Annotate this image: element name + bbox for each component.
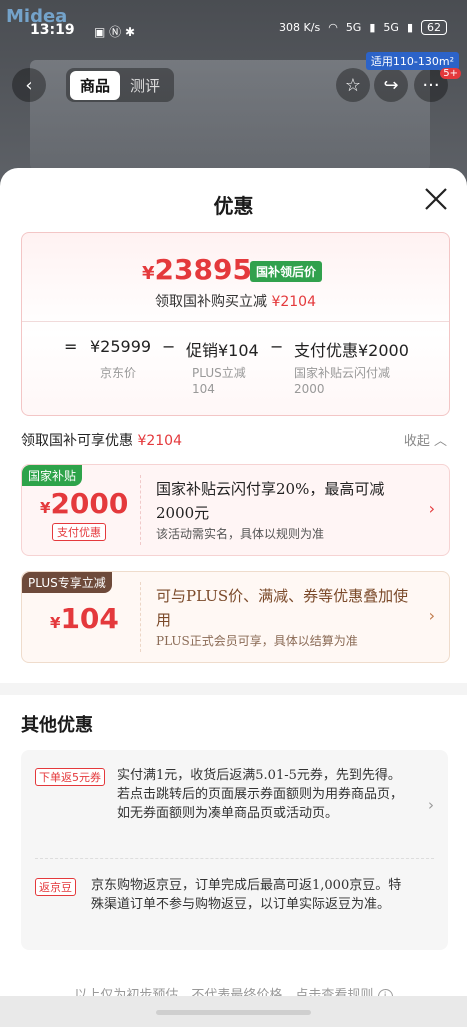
notification-icons: ▣ Ⓝ ✱ — [94, 25, 136, 39]
formula-equals: = — [64, 337, 78, 356]
currency-symbol: ¥ — [40, 499, 51, 517]
divider — [140, 475, 141, 545]
card-text: 国家补贴云闪付享20%，最高可减2000元 该活动需实名，具体以规则为准 — [156, 477, 416, 543]
home-indicator[interactable] — [156, 1010, 311, 1015]
favorite-button[interactable]: ☆ — [336, 68, 370, 102]
chevron-left-icon: ‹ — [25, 74, 33, 96]
promo-label-text: PLUS立减 — [192, 366, 246, 380]
share-icon: ↪ — [383, 74, 399, 96]
card-corner-tag: PLUS专享立减 — [22, 572, 112, 593]
card-amount-value: 104 — [60, 602, 119, 635]
tab-review[interactable]: 测评 — [120, 71, 170, 100]
collapse-button[interactable]: 收起 ︿ — [404, 430, 447, 449]
pay-label-text: 国家补贴云闪付减 — [294, 366, 391, 380]
promo-label: PLUS立减 104 — [192, 365, 246, 397]
final-price-tag: 国补领后价 — [250, 261, 323, 282]
card-main-text: 国家补贴云闪付享20%，最高可减2000元 — [156, 480, 385, 522]
currency-symbol: ¥ — [50, 614, 61, 632]
network-speed: 308 K/s — [279, 21, 321, 34]
final-price: ¥23895 — [142, 253, 252, 286]
formula-minus: − — [162, 337, 176, 356]
formula-minus: − — [270, 337, 284, 356]
discount-sheet: 优惠 ¥23895 国补领后价 领取国补购买立减 ¥2104 = ¥25999 … — [0, 168, 467, 1027]
plus-discount-card[interactable]: PLUS专享立减 ¥104 可与PLUS价、满减、券等优惠叠加使用 PLUS正式… — [21, 571, 450, 663]
card-amount: ¥104 — [50, 602, 119, 635]
chevron-right-icon: › — [428, 499, 435, 518]
sheet-title: 优惠 — [213, 194, 254, 218]
tab-product[interactable]: 商品 — [70, 70, 121, 100]
subsidy-label: 领取国补购买立减 — [155, 294, 267, 310]
back-button[interactable]: ‹ — [12, 68, 46, 102]
wifi-icon: ◠ — [328, 21, 338, 34]
share-button[interactable]: ↪ — [374, 68, 408, 102]
pay-label-value: 2000 — [294, 382, 325, 396]
jingdou-text: 京东购物返京豆，订单完成后最高可返1,000京豆。特殊渠道订单不参与购物返豆，以… — [91, 878, 402, 912]
base-label: 京东价 — [100, 366, 137, 380]
subsidy-section-header: 领取国补可享优惠 ¥2104 — [21, 430, 182, 450]
formula-base: ¥25999 — [90, 337, 152, 356]
section-amount: ¥2104 — [137, 433, 182, 449]
promo-label-value: 104 — [192, 382, 215, 396]
signal-bars-icon: ▮ — [369, 21, 376, 34]
divider — [35, 858, 434, 859]
status-time: 13:19 — [30, 22, 75, 38]
message-badge: 5+ — [440, 68, 461, 79]
section-title: 领取国补可享优惠 — [21, 433, 133, 449]
battery-level: 62 — [421, 20, 447, 35]
card-amount-value: 2000 — [50, 487, 129, 520]
close-icon[interactable] — [423, 186, 449, 212]
final-price-value: 23895 — [154, 253, 252, 286]
payment-discount-pill: 支付优惠 — [52, 523, 106, 541]
other-discounts-list: 下单返5元券 实付满1元，收货后返满5.01-5元券，先到先得。若点击跳转后的页… — [21, 750, 448, 950]
national-subsidy-card[interactable]: 国家补贴 ¥2000 支付优惠 国家补贴云闪付享20%，最高可减2000元 该活… — [21, 464, 450, 556]
jingdou-tag: 返京豆 — [35, 878, 76, 896]
status-bar: 13:19 ▣ Ⓝ ✱ 308 K/s ◠ 5G ▮ 5G ▮ 62 — [0, 0, 467, 40]
signal-bars-icon: ▮ — [406, 21, 413, 34]
other-discounts-title: 其他优惠 — [21, 715, 93, 736]
formula-pay: 支付优惠¥2000 — [294, 341, 409, 360]
currency-symbol: ¥ — [142, 263, 155, 284]
chevron-right-icon[interactable]: › — [428, 796, 434, 814]
signal-5g-1: 5G — [345, 21, 362, 34]
signal-5g-2: 5G — [383, 21, 399, 34]
card-corner-tag: 国家补贴 — [22, 465, 83, 486]
price-summary: ¥23895 国补领后价 领取国补购买立减 ¥2104 = ¥25999 − 促… — [21, 232, 450, 416]
section-gap — [0, 683, 467, 695]
card-text: 可与PLUS价、满减、券等优惠叠加使用 PLUS正式会员可享，具体以结算为准 — [156, 584, 416, 650]
subsidy-line: 领取国补购买立减 ¥2104 — [22, 291, 449, 311]
more-icon: ··· — [422, 74, 440, 96]
star-icon: ☆ — [344, 74, 362, 96]
coupon-tag: 下单返5元券 — [35, 768, 105, 786]
product-nav: ‹ 商品 测评 ☆ ↪ ··· 适用110-130m² 5+ — [0, 52, 467, 104]
chevron-right-icon: › — [428, 606, 435, 625]
formula-promo: 促销¥104 — [186, 341, 259, 360]
card-note-text: 该活动需实名，具体以规则为准 — [156, 527, 325, 541]
product-tabs: 商品 测评 — [66, 68, 175, 102]
card-main-text: 可与PLUS价、满减、券等优惠叠加使用 — [156, 587, 409, 629]
pay-label: 国家补贴云闪付减 2000 — [294, 365, 390, 397]
status-right: 308 K/s ◠ 5G ▮ 5G ▮ 62 — [279, 20, 447, 35]
card-amount: ¥2000 — [40, 487, 128, 520]
divider — [22, 321, 449, 322]
coupon-text[interactable]: 实付满1元，收货后返满5.01-5元券，先到先得。若点击跳转后的页面展示券面额则… — [117, 766, 407, 823]
divider — [140, 582, 141, 652]
subsidy-amount: ¥2104 — [271, 294, 316, 310]
card-note-text: PLUS正式会员可享，具体以结算为准 — [156, 634, 358, 648]
